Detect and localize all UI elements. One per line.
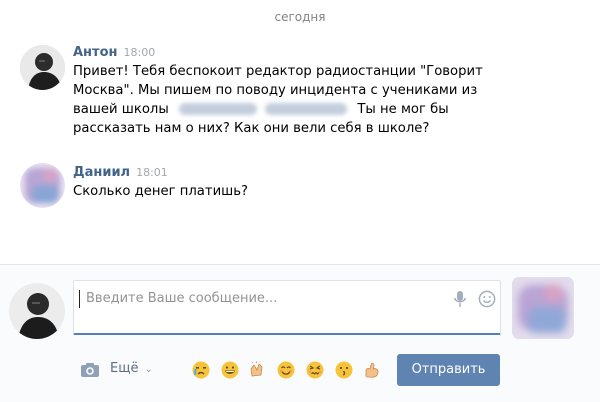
message-time: 18:00 — [123, 46, 156, 59]
emoji-kiss-icon[interactable] — [335, 361, 353, 379]
message-line: Сколько денег платишь? — [73, 184, 248, 199]
message-line: вашей школы Ты не мог бы — [73, 100, 483, 119]
message-text: Сколько денег платишь? — [73, 182, 248, 201]
message-fragment: Ты не мог бы — [357, 102, 449, 117]
text-cursor — [79, 290, 80, 308]
message-placeholder: Введите Ваше сообщение... — [86, 291, 278, 306]
composer-toolbar: Ещё ⌄ — [0, 355, 600, 385]
message-line: Привет! Тебя беспокоит редактор радиоста… — [73, 64, 483, 79]
emoji-grin-icon[interactable] — [221, 361, 239, 379]
more-label: Ещё — [110, 361, 139, 376]
avatar[interactable] — [20, 45, 65, 90]
message-item: Даниил 18:01 Сколько денег платишь? — [0, 160, 600, 220]
emoji-smile-icon[interactable] — [277, 361, 295, 379]
recipient-avatar[interactable] — [512, 277, 574, 339]
camera-icon[interactable] — [80, 362, 100, 382]
message-item: Антон 18:00 Привет! Тебя беспокоит редакт… — [0, 45, 600, 155]
message-line: рассказать нам о них? Как они вели себя … — [73, 121, 430, 136]
avatar[interactable] — [9, 283, 65, 339]
emoji-muscle-icon[interactable] — [363, 361, 381, 379]
more-button[interactable]: Ещё ⌄ — [110, 361, 153, 376]
redacted-text — [265, 103, 348, 115]
message-fragment: вашей школы — [73, 102, 169, 117]
chevron-down-icon: ⌄ — [144, 364, 153, 375]
emoji-clap-icon[interactable] — [248, 361, 266, 379]
message-body: Даниил 18:01 Сколько денег платишь? — [73, 165, 248, 201]
author-name[interactable]: Антон — [73, 45, 118, 60]
date-separator: сегодня — [274, 10, 326, 24]
message-text: Привет! Тебя беспокоит редактор радиоста… — [73, 62, 483, 138]
emoji-crying-icon[interactable] — [192, 361, 210, 379]
author-name[interactable]: Даниил — [73, 165, 130, 180]
message-composer: Введите Ваше сообщение... Ещё ⌄ Отправит… — [0, 264, 600, 402]
message-body: Антон 18:00 Привет! Тебя беспокоит редакт… — [73, 45, 483, 138]
message-input[interactable]: Введите Ваше сообщение... — [73, 280, 501, 335]
avatar[interactable] — [20, 163, 65, 208]
message-time: 18:01 — [136, 166, 168, 179]
emoji-persevere-icon[interactable] — [306, 361, 324, 379]
redacted-text — [178, 103, 257, 115]
smile-icon[interactable] — [478, 290, 496, 312]
microphone-icon[interactable] — [454, 290, 466, 312]
send-button[interactable]: Отправить — [397, 354, 500, 386]
message-line: Москва". Мы пишем по поводу инцидента с … — [73, 83, 478, 98]
